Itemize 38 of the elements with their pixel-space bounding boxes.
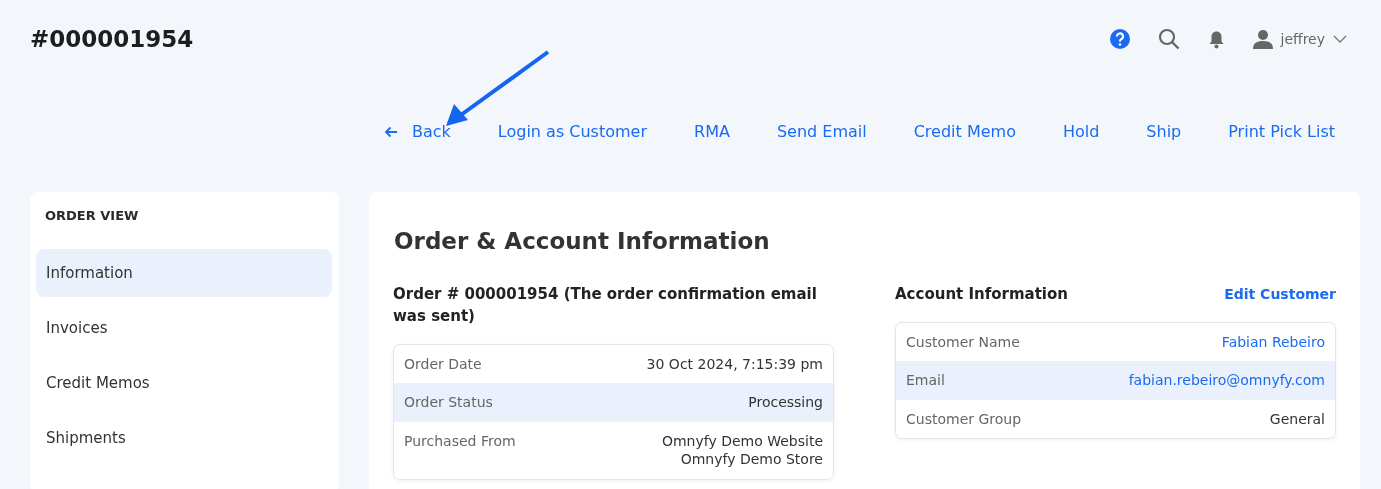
sidebar-item[interactable]: Credit Memos <box>36 359 332 407</box>
chevron-down-icon[interactable] <box>1333 35 1347 43</box>
field-label: Email <box>906 371 945 390</box>
sidebar-item[interactable]: Information <box>36 249 332 297</box>
action-link[interactable]: Ship <box>1146 118 1182 145</box>
field-link[interactable]: fabian.rebeiro@omnyfy.com <box>1128 371 1325 390</box>
field-label: Customer Name <box>906 332 1020 352</box>
edit-customer-link[interactable]: Edit Customer <box>1224 286 1336 302</box>
field-value: General <box>1269 409 1325 429</box>
action-link[interactable]: Login as Customer <box>497 118 648 145</box>
back-arrow-icon <box>384 125 398 138</box>
field-link[interactable]: Fabian Rebeiro <box>1221 332 1325 352</box>
back-button[interactable]: Back <box>384 118 451 145</box>
user-icon[interactable] <box>1252 29 1273 49</box>
field-label: Customer Group <box>906 409 1022 429</box>
user-name[interactable]: jeffrey <box>1280 31 1325 47</box>
search-icon[interactable] <box>1157 28 1180 50</box>
bell-icon[interactable] <box>1207 29 1225 49</box>
sidebar-item[interactable]: Invoices <box>36 304 332 352</box>
page-title: #000001954 <box>30 26 194 52</box>
action-link[interactable]: RMA <box>694 118 730 145</box>
field-value: 30 Oct 2024, 7:15:39 pm <box>646 354 823 373</box>
order-heading: Order # 000001954 (The order confirmation email was sent) <box>393 284 818 327</box>
action-link[interactable]: Credit Memo <box>913 118 1016 145</box>
field-label: Order Status <box>404 393 493 412</box>
field-value: Omnyfy Demo Website <box>661 431 823 450</box>
field-label: Purchased From <box>404 431 516 451</box>
action-link[interactable]: Print Pick List <box>1228 118 1335 145</box>
field-label: Order Date <box>404 354 482 373</box>
account-heading: Account Information <box>895 284 1068 305</box>
field-value: Omnyfy Demo Store <box>679 450 823 469</box>
sidebar-item[interactable]: Shipments <box>36 414 332 462</box>
action-link[interactable]: Hold <box>1062 118 1100 145</box>
field-value: Processing <box>748 393 823 412</box>
section-title: Order & Account Information <box>394 228 771 254</box>
action-link[interactable]: Send Email <box>776 118 867 145</box>
sidebar-heading: ORDER VIEW <box>45 208 140 223</box>
help-icon[interactable] <box>1109 29 1130 49</box>
